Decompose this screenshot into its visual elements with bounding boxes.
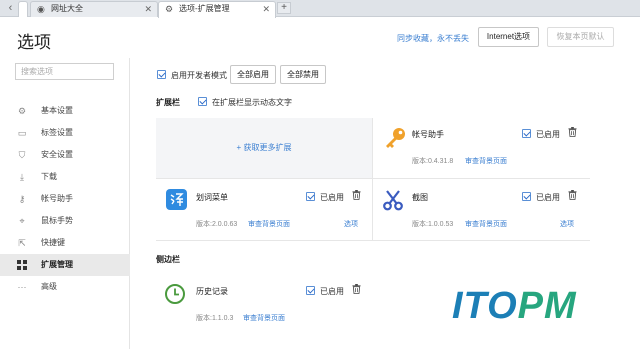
sync-link[interactable]: 同步收藏，永不丢失	[397, 33, 469, 44]
extension-enabled-checkbox[interactable]	[522, 129, 531, 138]
trash-icon[interactable]	[568, 190, 577, 200]
sidebar-item-basic[interactable]: ⚙ 基本设置	[0, 100, 130, 122]
tab-bar: ‹ ◉ 网址大全 ✕ ⚙ 选项-扩展管理 ✕ +	[0, 0, 640, 18]
clock-icon	[164, 283, 186, 310]
back-icon[interactable]: ‹	[2, 1, 19, 16]
sidebar-item-mouse-gesture[interactable]: ⌖ 鼠标手势	[0, 210, 130, 232]
options-link[interactable]: 选项	[344, 219, 358, 229]
dev-mode-label: 启用开发者模式	[171, 71, 227, 80]
close-icon[interactable]: ✕	[262, 2, 270, 16]
extension-name: 帐号助手	[412, 130, 444, 139]
extension-name: 截图	[412, 193, 428, 202]
tab-navigation[interactable]: ◉ 网址大全 ✕	[30, 1, 158, 17]
tab-label: 选项-扩展管理	[179, 4, 230, 13]
extension-version: 版本:1.1.0.3	[196, 315, 234, 322]
trash-icon[interactable]	[568, 127, 577, 137]
gear-icon: ⚙	[17, 106, 27, 116]
inspect-background-link[interactable]: 审查背景页面	[248, 219, 290, 229]
page-title: 选项	[17, 33, 51, 52]
options-link[interactable]: 选项	[560, 219, 574, 229]
inspect-background-link[interactable]: 审查背景页面	[465, 156, 507, 166]
globe-icon: ◉	[37, 4, 45, 14]
sidebar-item-security[interactable]: ⛉ 安全设置	[0, 144, 130, 166]
extension-version: 版本:2.0.0.63	[196, 221, 238, 228]
sidebar-item-extensions[interactable]: 扩展管理	[0, 254, 130, 276]
inspect-background-link[interactable]: 审查背景页面	[243, 313, 285, 323]
shortcut-icon: ⇱	[18, 238, 26, 248]
enabled-label: 已启用	[536, 130, 560, 139]
tab-extension-manager[interactable]: ⚙ 选项-扩展管理 ✕	[158, 1, 276, 18]
gear-icon: ⚙	[165, 4, 174, 14]
inspect-background-link[interactable]: 审查背景页面	[465, 219, 507, 229]
restore-defaults-button[interactable]: 恢复本页默认	[547, 27, 614, 47]
extension-name: 历史记录	[196, 287, 228, 296]
mouse-icon: ⌖	[19, 216, 25, 226]
dev-mode-checkbox[interactable]	[157, 70, 166, 79]
sidebar-item-download[interactable]: ⤓ 下载	[0, 166, 130, 188]
disable-all-button[interactable]: 全部禁用	[280, 65, 326, 84]
trash-icon[interactable]	[352, 284, 361, 294]
more-icon: ···	[17, 282, 27, 292]
tab-label: 网址大全	[51, 4, 83, 13]
page-header: 选项 同步收藏，永不丢失 Internet选项 恢复本页默认	[0, 18, 640, 58]
shield-icon: ⛉	[18, 150, 26, 160]
enabled-label: 已启用	[536, 193, 560, 202]
internet-options-button[interactable]: Internet选项	[478, 27, 539, 47]
show-dynamic-text-label: 在扩展栏显示动态文字	[212, 98, 292, 107]
sidebar-item-tabs[interactable]: ▭ 标签设置	[0, 122, 130, 144]
show-dynamic-text-checkbox[interactable]	[198, 97, 207, 106]
enabled-label: 已启用	[320, 287, 344, 296]
grid-icon	[17, 260, 27, 270]
enable-all-button[interactable]: 全部启用	[230, 65, 276, 84]
extension-enabled-checkbox[interactable]	[306, 192, 315, 201]
enabled-label: 已启用	[320, 193, 344, 202]
sidebar-item-advanced[interactable]: ··· 高级	[0, 276, 130, 298]
extension-enabled-checkbox[interactable]	[522, 192, 531, 201]
get-more-extensions-button[interactable]: + 获取更多扩展	[156, 118, 372, 178]
extension-bar-label: 扩展栏	[156, 98, 180, 107]
divider	[156, 178, 590, 179]
extension-version: 版本:1.0.0.53	[412, 221, 454, 228]
pinned-tab[interactable]	[18, 1, 28, 17]
itopm-watermark: ITOPM	[452, 285, 577, 327]
extension-name: 划词菜单	[196, 193, 228, 202]
sidebar-item-account[interactable]: ⚷ 帐号助手	[0, 188, 130, 210]
download-icon: ⤓	[20, 172, 24, 182]
divider	[372, 118, 373, 240]
sidebar-item-shortcuts[interactable]: ⇱ 快捷键	[0, 232, 130, 254]
search-input[interactable]: 搜索选项	[15, 63, 114, 80]
sidebar: 搜索选项 ⚙ 基本设置 ▭ 标签设置 ⛉ 安全设置 ⤓ 下载 ⚷ 帐号助手 ⌖ …	[0, 58, 130, 349]
extension-version: 版本:0.4.31.8	[412, 158, 454, 165]
translate-icon	[166, 189, 187, 210]
sidebar-section-label: 侧边栏	[156, 255, 180, 264]
key-icon: ⚷	[18, 194, 26, 204]
extension-enabled-checkbox[interactable]	[306, 286, 315, 295]
new-tab-button[interactable]: +	[277, 2, 291, 14]
trash-icon[interactable]	[352, 190, 361, 200]
divider	[156, 240, 590, 241]
close-icon[interactable]: ✕	[144, 2, 152, 16]
tab-icon: ▭	[17, 128, 27, 138]
scissors-icon	[382, 189, 404, 216]
key-icon	[384, 127, 406, 154]
